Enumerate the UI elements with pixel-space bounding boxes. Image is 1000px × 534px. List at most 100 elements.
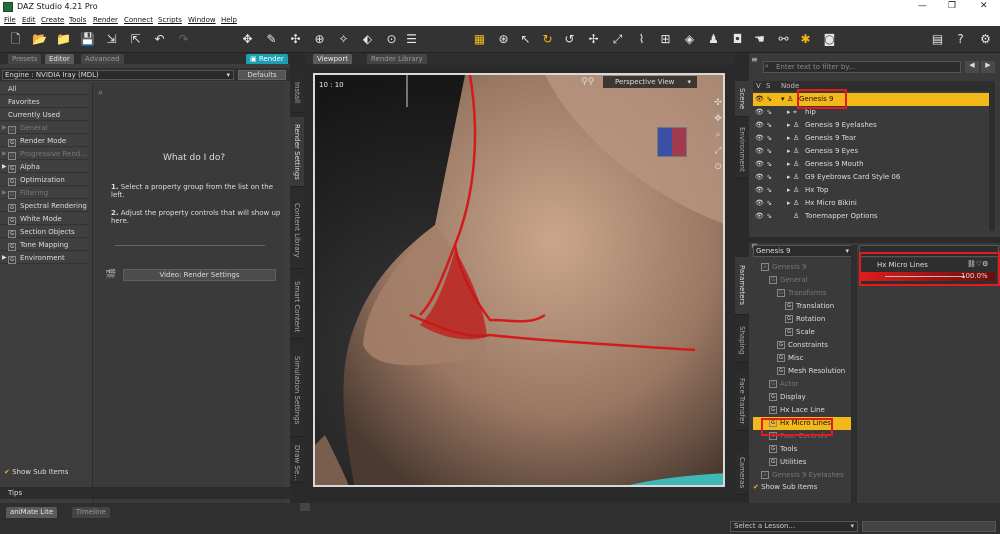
header-selectable[interactable]: S [766, 81, 770, 91]
scene-node-row[interactable]: 👁 ⇘ ♙ Tonemapper Options [753, 210, 989, 223]
tab-render-library[interactable]: Render Library [367, 54, 427, 64]
scene-node-row[interactable]: 👁 ⇘ ▸ ♙ Hx Micro Bikini [753, 197, 989, 210]
scene-node-row[interactable]: 👁 ⇘ ▾ ♙ Genesis 9 [753, 93, 989, 106]
param-tree-item[interactable]: G Constraints [753, 339, 853, 352]
rotate-tool-icon[interactable]: ↻ [540, 32, 555, 47]
visibility-icon[interactable]: 👁 ⇘ [755, 106, 772, 119]
expand-arrow-icon[interactable]: ▾ [781, 93, 785, 106]
render-icon[interactable]: ◙ [822, 32, 837, 47]
category-item[interactable]: G Render Mode [0, 135, 88, 147]
minimize-icon[interactable]: — [918, 1, 927, 11]
export-icon[interactable]: ⇱ [128, 32, 143, 47]
visibility-icon[interactable]: 👁 ⇘ [755, 197, 772, 210]
merge-folder-icon[interactable]: 📁 [56, 32, 71, 47]
menu-tools[interactable]: Tools [69, 16, 86, 24]
pane-splitter[interactable] [749, 237, 1000, 243]
universal-tool-icon[interactable]: ⊛ [496, 32, 511, 47]
scene-scrollbar[interactable] [989, 81, 995, 231]
visibility-icon[interactable]: 👁 ⇘ [755, 119, 772, 132]
tab-render[interactable]: ▣ Render [246, 54, 288, 64]
param-tree-scrollbar[interactable] [851, 245, 857, 503]
tab-advanced[interactable]: Advanced [81, 54, 124, 64]
tab-animate-lite[interactable]: aniMate Lite [6, 507, 58, 518]
scroll-arrows[interactable] [300, 503, 310, 511]
scene-node-row[interactable]: 👁 ⇘ ▸ ♙ G9 Eyebrows Card Style 06 [753, 171, 989, 184]
pan-icon[interactable]: ✥ [711, 111, 723, 127]
active-pose-tool-icon[interactable]: ▦ [472, 32, 487, 47]
spot-render-icon[interactable]: ✧ [336, 32, 351, 47]
param-tree-item[interactable]: G Display [753, 391, 853, 404]
param-node-select[interactable]: Genesis 9 ▾ [753, 245, 853, 257]
category-item[interactable]: G Optimization [0, 174, 88, 186]
view-cube[interactable] [657, 127, 687, 157]
expand-arrow-icon[interactable]: ▶ [2, 122, 7, 134]
param-tree-item[interactable]: G Tools [753, 443, 853, 456]
param-show-sub-items-row[interactable]: ✔ Show Sub Items [753, 481, 853, 493]
visibility-icon[interactable]: 👁 ⇘ [755, 145, 772, 158]
orbit-icon[interactable]: ✣ [711, 95, 723, 111]
param-tree-item[interactable]: G Rotation [753, 313, 853, 326]
expand-arrow-icon[interactable]: ▸ [787, 171, 791, 184]
param-tree-item[interactable]: G Misc [753, 352, 853, 365]
visibility-icon[interactable]: 👁 ⇘ [755, 210, 772, 223]
camera-icon[interactable]: ◘ [730, 32, 745, 47]
zoom-icon[interactable]: ⌕ [711, 127, 723, 143]
visibility-icon[interactable]: 👁 ⇘ [755, 132, 772, 145]
expand-arrow-icon[interactable]: ▸ [787, 119, 791, 132]
scene-node-row[interactable]: 👁 ⇘ ▸ ⌖ hip [753, 106, 989, 119]
search-icon[interactable]: ⌕ [98, 88, 103, 98]
tab-install[interactable]: Install [290, 73, 304, 113]
category-item[interactable]: ▶ G Alpha [0, 161, 88, 173]
expand-arrow-icon[interactable]: ▶ [2, 252, 7, 264]
category-item[interactable]: G White Mode [0, 213, 88, 225]
tab-shaping[interactable]: Shaping [735, 319, 749, 363]
scene-filter-input[interactable]: Enter text to filter by... [763, 61, 961, 73]
redo-icon[interactable]: ↷ [176, 32, 191, 47]
menu-help[interactable]: Help [221, 16, 237, 24]
surface-selection-icon[interactable]: ⬖ [360, 32, 375, 47]
expand-arrow-icon[interactable]: ▸ [787, 145, 791, 158]
param-tree-item[interactable]: G Transforms [753, 287, 853, 300]
expand-arrow-icon[interactable]: ▸ [787, 197, 791, 210]
param-tree-item[interactable]: G Translation [753, 300, 853, 313]
viewport-canvas[interactable]: 10 : 10 Perspective View ▾ ⚲⚲ ✣ ✥ ⌕ ⤢ ⊙ [313, 73, 725, 487]
tab-simulation-settings[interactable]: Simulation Settings [290, 345, 304, 437]
checkbox-checked-icon[interactable]: ✔ [4, 468, 10, 476]
tab-draw-settings[interactable]: Draw Se... [290, 443, 304, 483]
category-item[interactable]: ▶ G General [0, 122, 88, 134]
prev-icon[interactable]: ◀ [965, 61, 979, 73]
open-folder-icon[interactable]: 📂 [32, 32, 47, 47]
tab-editor[interactable]: Editor [45, 54, 74, 64]
expand-arrow-icon[interactable]: ▸ [787, 132, 791, 145]
menu-render[interactable]: Render [93, 16, 118, 24]
category-item[interactable]: ▶ G Filtering [0, 187, 88, 199]
next-icon[interactable]: ▶ [981, 61, 995, 73]
frame-icon[interactable]: ⊙ [711, 159, 723, 175]
visibility-icon[interactable]: 👁 ⇘ [755, 184, 772, 197]
visibility-icon[interactable]: 👁 ⇘ [755, 171, 772, 184]
scale-tool-icon[interactable]: ⤢ [610, 32, 625, 47]
pointer-tool-icon[interactable]: ↖ [518, 32, 533, 47]
joint-editor-icon[interactable]: ✥ [240, 32, 255, 47]
twist-tool-icon[interactable]: ↺ [562, 32, 577, 47]
tab-cameras[interactable]: Cameras [735, 451, 749, 495]
category-item[interactable]: G Section Objects [0, 226, 88, 238]
tab-environment[interactable]: Environment [735, 121, 749, 179]
category-item[interactable]: ▶ G Environment [0, 252, 88, 264]
close-icon[interactable]: ✕ [980, 1, 988, 11]
param-tree-item[interactable]: G Hx Lace Line [753, 404, 853, 417]
category-item[interactable]: All [0, 83, 88, 95]
param-tree-item[interactable]: G Utilities [753, 456, 853, 469]
expand-arrow-icon[interactable]: ▸ [787, 158, 791, 171]
category-item[interactable]: G Tone Mapping [0, 239, 88, 251]
scene-node-row[interactable]: 👁 ⇘ ▸ ♙ Genesis 9 Tear [753, 132, 989, 145]
tab-presets[interactable]: Presets [8, 54, 42, 64]
menu-scripts[interactable]: Scripts [158, 16, 182, 24]
expand-arrow-icon[interactable]: ▶ [2, 187, 7, 199]
daz-store-icon[interactable]: ▤ [930, 32, 945, 47]
tab-face-transfer[interactable]: Face Transfer [735, 373, 749, 431]
checkbox-checked-icon[interactable]: ✔ [753, 483, 759, 491]
menu-edit[interactable]: Edit [22, 16, 36, 24]
menu-window[interactable]: Window [188, 16, 216, 24]
category-item[interactable]: Favorites [0, 96, 88, 108]
